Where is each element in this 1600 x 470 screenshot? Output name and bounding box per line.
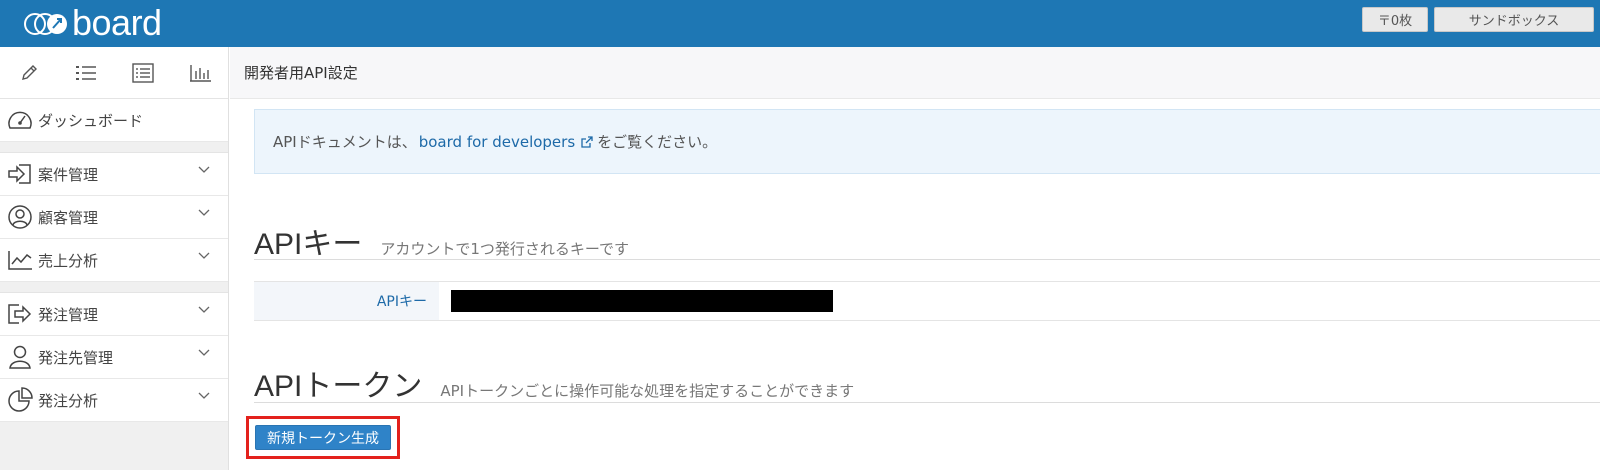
api-key-redacted-value — [451, 290, 833, 312]
list-icon — [75, 65, 96, 80]
external-link-icon[interactable] — [580, 135, 594, 149]
chevron-down-icon — [198, 349, 210, 356]
sidebar-item-projects[interactable]: 案件管理 — [0, 153, 228, 196]
main-content: 開発者用API設定 APIドキュメントは、 board for develope… — [230, 47, 1600, 470]
sandbox-button[interactable]: サンドボックス — [1434, 7, 1594, 32]
line-chart-icon — [6, 246, 34, 274]
sidebar-tool-chart[interactable] — [171, 47, 228, 98]
api-key-row: APIキー — [254, 281, 1600, 321]
board-logo[interactable]: board — [24, 2, 162, 43]
sidebar-separator — [0, 282, 228, 293]
logo-mark-icon — [24, 13, 67, 35]
create-token-button[interactable]: 新規トークン生成 — [255, 425, 391, 450]
sidebar-item-orders[interactable]: 発注管理 — [0, 293, 228, 336]
sidebar-item-label: 発注分析 — [38, 391, 99, 410]
api-token-subtitle: APIトークンごとに操作可能な処理を指定することができます — [440, 382, 855, 400]
sidebar-toolbar — [0, 47, 228, 99]
developers-link[interactable]: board for developers — [419, 133, 575, 151]
api-key-subtitle: アカウントで1つ発行されるキーです — [380, 240, 630, 258]
user-icon — [6, 343, 34, 371]
page-title-bar: 開発者用API設定 — [230, 47, 1600, 99]
notice-prefix: APIドキュメントは、 — [273, 133, 417, 151]
bar-chart-icon — [189, 64, 211, 82]
api-docs-notice: APIドキュメントは、 board for developers をご覧ください… — [254, 109, 1600, 174]
api-key-value-cell — [439, 282, 1600, 320]
sidebar-item-customers[interactable]: 顧客管理 — [0, 196, 228, 239]
user-circle-icon — [6, 203, 34, 231]
sidebar-item-sales-analysis[interactable]: 売上分析 — [0, 239, 228, 282]
sign-in-icon — [6, 160, 34, 188]
sidebar-tool-list[interactable] — [57, 47, 114, 98]
chevron-down-icon — [198, 166, 210, 173]
sidebar-empty-area — [0, 422, 228, 470]
api-key-label: APIキー — [254, 282, 439, 320]
chevron-down-icon — [198, 209, 210, 216]
logo-text: board — [72, 2, 162, 43]
speedometer-icon — [6, 106, 34, 134]
sidebar-tool-detail-list[interactable] — [114, 47, 171, 98]
section-divider — [254, 259, 1600, 260]
sidebar-item-label: ダッシュボード — [38, 111, 144, 130]
chevron-down-icon — [198, 392, 210, 399]
sidebar-item-label: 案件管理 — [38, 165, 99, 184]
sidebar-tool-pencil[interactable] — [0, 47, 57, 98]
section-divider — [254, 402, 1600, 403]
api-key-title: APIキー — [254, 228, 363, 261]
sidebar-item-label: 顧客管理 — [38, 208, 99, 227]
highlight-frame: 新規トークン生成 — [246, 416, 400, 459]
stamp-count-button[interactable]: 〒0枚 — [1362, 7, 1428, 32]
chevron-down-icon — [198, 252, 210, 259]
sidebar-item-label: 発注先管理 — [38, 348, 114, 367]
top-bar: board 〒0枚 サンドボックス — [0, 0, 1600, 47]
sidebar-item-dashboard[interactable]: ダッシュボード — [0, 99, 228, 142]
api-token-title: APIトークン — [254, 370, 423, 403]
sidebar: ダッシュボード 案件管理 顧客管理 売上分析 発注管理 発注先管理 発注分析 — [0, 47, 229, 470]
pie-chart-icon — [6, 386, 34, 414]
chevron-down-icon — [198, 306, 210, 313]
sidebar-item-order-analysis[interactable]: 発注分析 — [0, 379, 228, 422]
notice-suffix: をご覧ください。 — [597, 133, 718, 151]
api-token-heading: APIトークン APIトークンごとに操作可能な処理を指定することができます — [254, 361, 854, 405]
sidebar-item-suppliers[interactable]: 発注先管理 — [0, 336, 228, 379]
sidebar-item-label: 発注管理 — [38, 305, 99, 324]
detail-list-icon — [131, 62, 154, 83]
api-key-heading: APIキー アカウントで1つ発行されるキーです — [254, 219, 629, 263]
share-icon — [6, 300, 34, 328]
pencil-icon — [21, 64, 37, 80]
sidebar-item-label: 売上分析 — [38, 251, 99, 270]
sidebar-separator — [0, 142, 228, 153]
page-title: 開発者用API設定 — [244, 64, 358, 82]
